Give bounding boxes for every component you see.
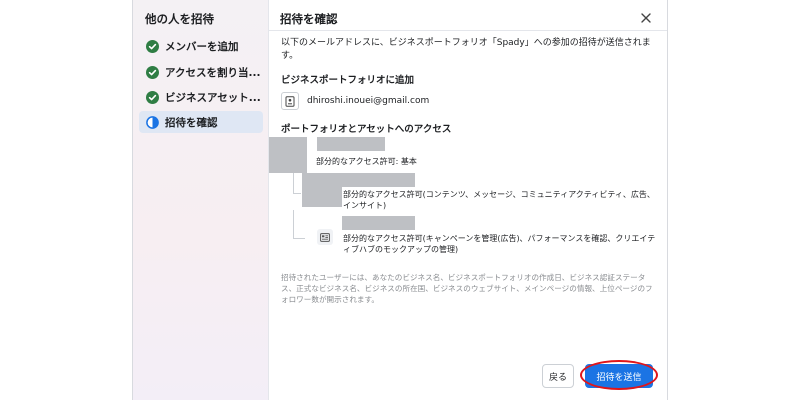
tree-line [293, 210, 294, 238]
redacted-asset-avatar [302, 173, 342, 207]
redacted-portfolio-name [317, 137, 385, 151]
invitee-row: dhiroshi.inouei@gmail.com [281, 92, 429, 110]
close-icon[interactable] [639, 10, 653, 24]
tree-line [293, 173, 294, 193]
ad-account-icon [317, 229, 333, 245]
half-circle-progress-icon [146, 115, 159, 129]
step-label: 招待を確認 [165, 116, 218, 129]
id-badge-icon [281, 92, 299, 110]
tree-line [293, 193, 301, 194]
redacted-portfolio-avatar [269, 137, 307, 173]
review-panel: 招待を確認 以下のメールアドレスに、ビジネスポートフォリオ「Spady」への参加… [269, 0, 667, 400]
intro-text: 以下のメールアドレスに、ビジネスポートフォリオ「Spady」への参加の招待が送信… [281, 38, 651, 61]
check-circle-icon [146, 39, 159, 53]
invitee-email: dhiroshi.inouei@gmail.com [307, 96, 430, 106]
disclosure-note: 招待されたユーザーには、あなたのビジネス名、ビジネスポートフォリオの作成日、ビジ… [281, 273, 653, 304]
check-circle-icon [146, 65, 159, 79]
send-invite-button[interactable]: 招待を送信 [585, 364, 653, 388]
portfolio-access-level: 部分的なアクセス許可: 基本 [316, 157, 417, 166]
step-confirm-invite[interactable]: 招待を確認 [139, 111, 263, 133]
check-circle-icon [146, 90, 159, 104]
header-divider [269, 30, 667, 31]
redacted-asset-name [342, 173, 415, 187]
step-label: アクセスを割り当... [165, 66, 261, 79]
step-add-members[interactable]: メンバーを追加 [139, 35, 263, 57]
asset-access-level: 部分的なアクセス許可(コンテンツ、メッセージ、コミュニティアクティビティ、広告、… [343, 190, 655, 210]
step-assign-access[interactable]: アクセスを割り当... [139, 61, 263, 83]
backdrop-left [0, 0, 133, 400]
invite-dialog: 他の人を招待 メンバーを追加 アクセスを割り当... ビジネスアセット... 招… [133, 0, 667, 400]
add-section-heading: ビジネスポートフォリオに追加 [281, 75, 415, 86]
access-section-heading: ポートフォリオとアセットへのアクセス [281, 124, 452, 135]
sidebar-title: 他の人を招待 [145, 12, 214, 26]
backdrop-right [667, 0, 800, 400]
steps-sidebar: 他の人を招待 メンバーを追加 アクセスを割り当... ビジネスアセット... 招… [133, 0, 269, 400]
back-button[interactable]: 戻る [542, 364, 574, 388]
redacted-asset-name [342, 216, 415, 230]
step-business-assets[interactable]: ビジネスアセット... [139, 86, 263, 108]
asset-access-level: 部分的なアクセス許可(キャンペーンを管理(広告)、パフォーマンスを確認、クリエイ… [343, 234, 656, 254]
panel-title: 招待を確認 [280, 12, 338, 26]
step-label: メンバーを追加 [165, 40, 239, 53]
tree-line [293, 238, 305, 239]
step-label: ビジネスアセット... [165, 91, 261, 104]
